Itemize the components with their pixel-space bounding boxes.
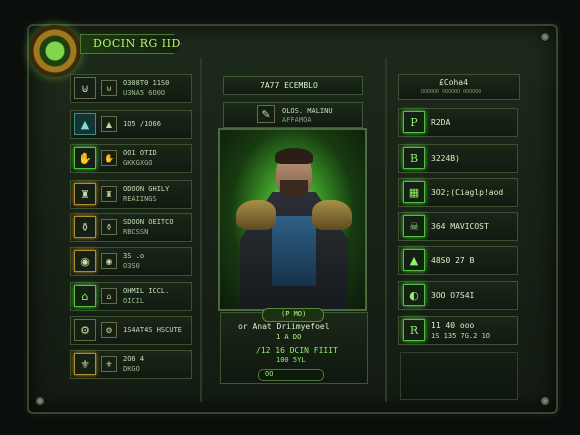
slot-line-1: OHMIL ICCL. <box>123 287 170 295</box>
stat-line-1: 364 MAVICOST <box>431 222 489 231</box>
stat-slot[interactable]: ▲ 48S0 27 B <box>398 246 518 275</box>
mountain-icon: ▲ <box>403 249 425 271</box>
equipment-slot[interactable]: ♜ ♜ ODOON GHILY REAIINGS <box>70 180 192 209</box>
center-tab-2-line2: AFFAMOA <box>282 116 312 124</box>
helmet-icon: ▲ <box>74 113 96 135</box>
title-plate: DOCIN RG IID <box>80 34 182 54</box>
slot-line-2: O3S0 <box>123 262 140 270</box>
equipment-slot[interactable]: ✋ ✋ OO1 OTID GKKGXGO <box>70 144 192 173</box>
equipment-slot[interactable]: ⌂ ⌂ OHMIL ICCL. OICIL <box>70 282 192 311</box>
slot-subicon: ✋ <box>101 150 117 166</box>
equipment-slot[interactable]: ⚱ ⚱ SDOON OEITCO RBCSSN <box>70 213 192 242</box>
hero-hair <box>275 148 313 164</box>
stat-line-1: 3O2;(Ciaglp!aod <box>431 188 504 197</box>
p-rune-icon: P <box>403 111 425 133</box>
equipment-slot[interactable]: ◉ ◉ 3S .o O3S0 <box>70 247 192 276</box>
stat-line-1: 48S0 27 B <box>431 256 475 265</box>
slot-line-1: 3S .o <box>123 252 145 260</box>
boots-icon: ⌂ <box>74 285 96 307</box>
hero-class-tag-label: (P MO) <box>281 310 307 318</box>
slot-subicon: ⊍ <box>101 80 117 96</box>
hero-beard <box>280 180 308 198</box>
slot-line-2: U3NA5 6O0O <box>123 89 166 97</box>
moon-icon: ◐ <box>403 284 425 306</box>
slot-subicon: ♜ <box>101 186 117 202</box>
center-tab-2-line1: OLOS. MALINU <box>282 107 333 115</box>
slot-subicon: ⚱ <box>101 219 117 235</box>
hero-pauldron-left <box>236 200 276 230</box>
slot-line-2: REAIINGS <box>123 195 157 203</box>
equipment-slot[interactable]: ⊍ ⊍ O308T0 11S0 U3NA5 6O0O <box>70 74 192 103</box>
scroll-icon: ✎ <box>257 105 275 123</box>
slot-line-2: DKGO <box>123 365 140 373</box>
stat-slot[interactable]: R 11 40 ooo 1S 135 7G.2 1O <box>398 316 518 345</box>
equipment-slot[interactable]: ⚜ ⚜ 2O6 4 DKGO <box>70 350 192 379</box>
rune-icon: ⊍ <box>74 77 96 99</box>
page-title: DOCIN RG IID <box>93 37 181 50</box>
slot-line-1: SDOON OEITCO <box>123 218 174 226</box>
slot-subicon: ⌂ <box>101 288 117 304</box>
stat-slot[interactable]: P R2DA <box>398 108 518 137</box>
hero-chest <box>272 216 316 286</box>
slot-subicon: ⚙ <box>101 322 117 338</box>
center-tab-2[interactable]: ✎ OLOS. MALINU AFFAMOA <box>223 102 363 128</box>
stat-line-1: R2DA <box>431 118 451 127</box>
stat-line-1: 3224B) <box>431 154 460 163</box>
slot-line-1: 1O5 /1O66 <box>123 120 161 128</box>
slot-line-1: OO1 OTID <box>123 149 157 157</box>
stat-slot[interactable]: B 3224B) <box>398 144 518 173</box>
figure-icon: ♜ <box>74 183 96 205</box>
pill-label: OO <box>265 370 274 378</box>
stat-slot[interactable]: ◐ 3OO O7S4I <box>398 281 518 310</box>
right-empty-slot[interactable] <box>400 352 518 400</box>
slot-line-1: 1S4AT4S HSCUTE <box>123 326 183 334</box>
crest-icon: ⚜ <box>74 353 96 375</box>
equipment-slot[interactable]: ⚙ ⚙ 1S4AT4S HSCUTE <box>70 316 192 345</box>
eye-icon: ◉ <box>74 250 96 272</box>
hero-stat: /12 16 DCIN FIIIT <box>256 346 338 355</box>
hero-pauldron-right <box>312 200 352 230</box>
divider <box>385 58 387 402</box>
chest-icon: ▦ <box>403 181 425 203</box>
center-tab-1-label: 7A77 ECEMBLO <box>260 81 318 90</box>
rivet <box>540 32 550 42</box>
b-rune-icon: B <box>403 147 425 169</box>
hero-progress-pill[interactable]: OO <box>258 369 324 381</box>
slot-subicon: ◉ <box>101 253 117 269</box>
hero-portrait[interactable] <box>218 128 367 311</box>
stat-line-1: 3OO O7S4I <box>431 291 475 300</box>
slot-line-1: 2O6 4 <box>123 355 145 363</box>
stat-slot[interactable]: ☠ 364 MAVICOST <box>398 212 518 241</box>
hero-stat-2: 100 5YL <box>276 356 306 364</box>
right-header: £Coha4 OOOOOO OOOOOO OOOOOO <box>398 74 520 100</box>
slot-line-2: OICIL <box>123 297 145 305</box>
rivet <box>540 396 550 406</box>
stat-slot[interactable]: ▦ 3O2;(Ciaglp!aod <box>398 178 518 207</box>
hero-name: or Anat Driimyefoel <box>238 322 330 331</box>
rivet <box>35 396 45 406</box>
guild-emblem-icon <box>29 25 81 77</box>
center-tab-1[interactable]: 7A77 ECEMBLO <box>223 76 363 95</box>
claw-icon: ✋ <box>74 147 96 169</box>
right-header-sub: OOOOOO OOOOOO OOOOOO <box>421 89 482 95</box>
slot-line-2: GKKGXGO <box>123 159 153 167</box>
divider <box>200 58 202 402</box>
equipment-slot[interactable]: ▲ ▲ 1O5 /1O66 <box>70 110 192 139</box>
stat-line-2: 1S 135 7G.2 1O <box>431 332 491 340</box>
hero-subtitle: 1 A DO <box>276 333 302 341</box>
hero-class-tag: (P MO) <box>262 308 324 322</box>
slot-line-2: RBCSSN <box>123 228 149 236</box>
flask-icon: ⚱ <box>74 216 96 238</box>
stat-line-1: 11 40 ooo <box>431 321 475 330</box>
slot-subicon: ▲ <box>101 116 117 132</box>
slot-line-1: O308T0 11S0 <box>123 79 170 87</box>
right-header-title: £Coha4 <box>439 78 468 87</box>
slot-line-1: ODOON GHILY <box>123 185 170 193</box>
slot-subicon: ⚜ <box>101 356 117 372</box>
skull-icon: ☠ <box>403 215 425 237</box>
r-rune-icon: R <box>403 319 425 341</box>
gear-icon: ⚙ <box>74 319 96 341</box>
